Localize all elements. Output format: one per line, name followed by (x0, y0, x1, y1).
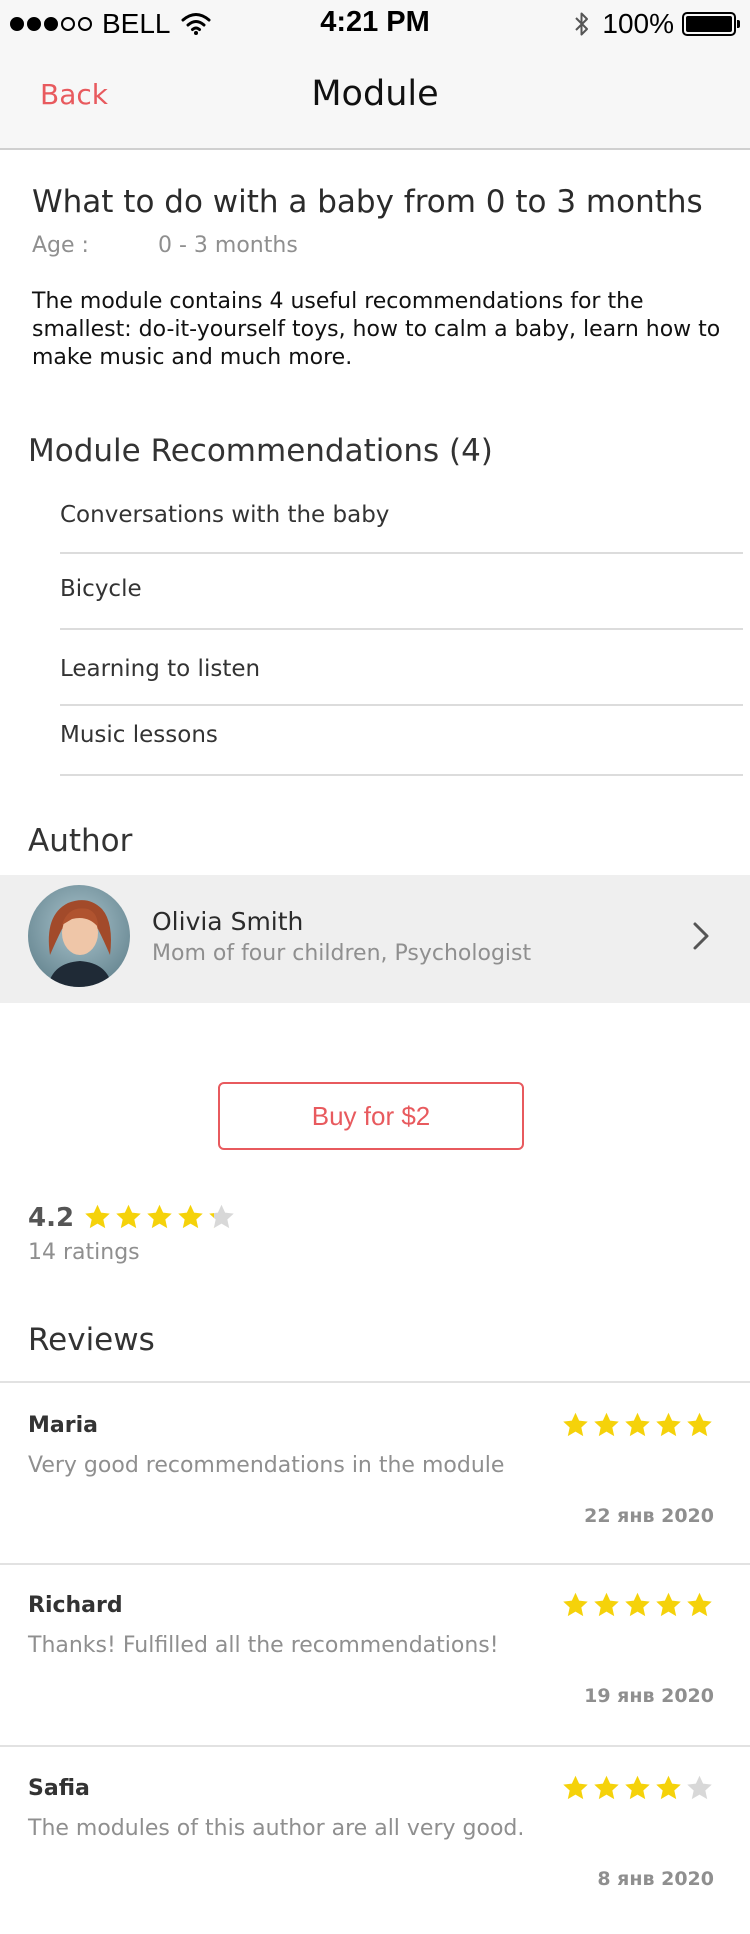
review-text: The modules of this author are all very … (28, 1816, 525, 1841)
star-icon (687, 1775, 712, 1800)
divider (60, 774, 743, 776)
reviews-heading: Reviews (28, 1322, 155, 1358)
review-stars (561, 1774, 714, 1802)
divider (60, 704, 743, 706)
star-icon (594, 1775, 619, 1800)
bluetooth-icon (574, 10, 590, 38)
star-icon (594, 1592, 619, 1617)
author-row[interactable]: Olivia Smith Mom of four children, Psych… (0, 875, 750, 1003)
star-icon (178, 1204, 203, 1229)
author-heading: Author (28, 823, 133, 859)
divider (0, 1563, 750, 1565)
recommendations-heading: Module Recommendations (4) (28, 433, 493, 469)
review-date: 22 янв 2020 (584, 1505, 714, 1527)
star-icon (209, 1204, 234, 1229)
age-row: Age : 0 - 3 months (32, 233, 298, 258)
star-icon (563, 1412, 588, 1437)
rating-count: 14 ratings (28, 1240, 140, 1265)
page-title: Module (311, 74, 439, 114)
module-description: The module contains 4 useful recommendat… (32, 289, 721, 370)
recommendation-item[interactable]: Bicycle (60, 576, 743, 602)
star-icon (147, 1204, 172, 1229)
star-icon (625, 1775, 650, 1800)
age-value: 0 - 3 months (158, 233, 298, 258)
star-icon (656, 1775, 681, 1800)
star-icon (687, 1412, 712, 1437)
divider (60, 628, 743, 630)
review-text: Very good recommendations in the module (28, 1453, 505, 1478)
module-title: What to do with a baby from 0 to 3 month… (32, 184, 703, 220)
star-icon (594, 1412, 619, 1437)
age-label: Age : (32, 233, 89, 258)
star-icon (687, 1592, 712, 1617)
review-stars (561, 1591, 714, 1619)
review-author: Richard (28, 1593, 123, 1618)
battery-percent: 100% (602, 8, 674, 39)
author-role: Mom of four children, Psychologist (152, 941, 532, 966)
recommendation-item[interactable]: Learning to listen (60, 656, 743, 682)
status-bar-right: 100% (574, 8, 740, 40)
review-date: 8 янв 2020 (597, 1868, 714, 1890)
star-icon (625, 1592, 650, 1617)
nav-bar: Back Module (0, 46, 750, 150)
star-icon (563, 1592, 588, 1617)
battery-icon (682, 12, 740, 36)
rating-stars (83, 1203, 236, 1231)
recommendation-item[interactable]: Conversations with the baby (60, 502, 743, 528)
review-stars (561, 1411, 714, 1439)
star-icon (563, 1775, 588, 1800)
star-icon (85, 1204, 110, 1229)
review-text: Thanks! Fulfilled all the recommendation… (28, 1633, 499, 1658)
star-icon (656, 1592, 681, 1617)
review-date: 19 янв 2020 (584, 1685, 714, 1707)
star-icon (625, 1412, 650, 1437)
star-icon (116, 1204, 141, 1229)
star-icon (656, 1412, 681, 1437)
divider (0, 1381, 750, 1383)
divider (0, 1745, 750, 1747)
status-bar: BELL 4:21 PM 100% (0, 0, 750, 46)
rating-value: 4.2 (28, 1203, 75, 1233)
review-author: Safia (28, 1776, 90, 1801)
author-name: Olivia Smith (152, 907, 304, 936)
review-author: Maria (28, 1413, 98, 1438)
chevron-right-icon[interactable] (692, 921, 710, 955)
divider (60, 552, 743, 554)
buy-button[interactable]: Buy for $2 (218, 1082, 524, 1150)
recommendation-item[interactable]: Music lessons (60, 722, 743, 748)
avatar (28, 885, 130, 987)
